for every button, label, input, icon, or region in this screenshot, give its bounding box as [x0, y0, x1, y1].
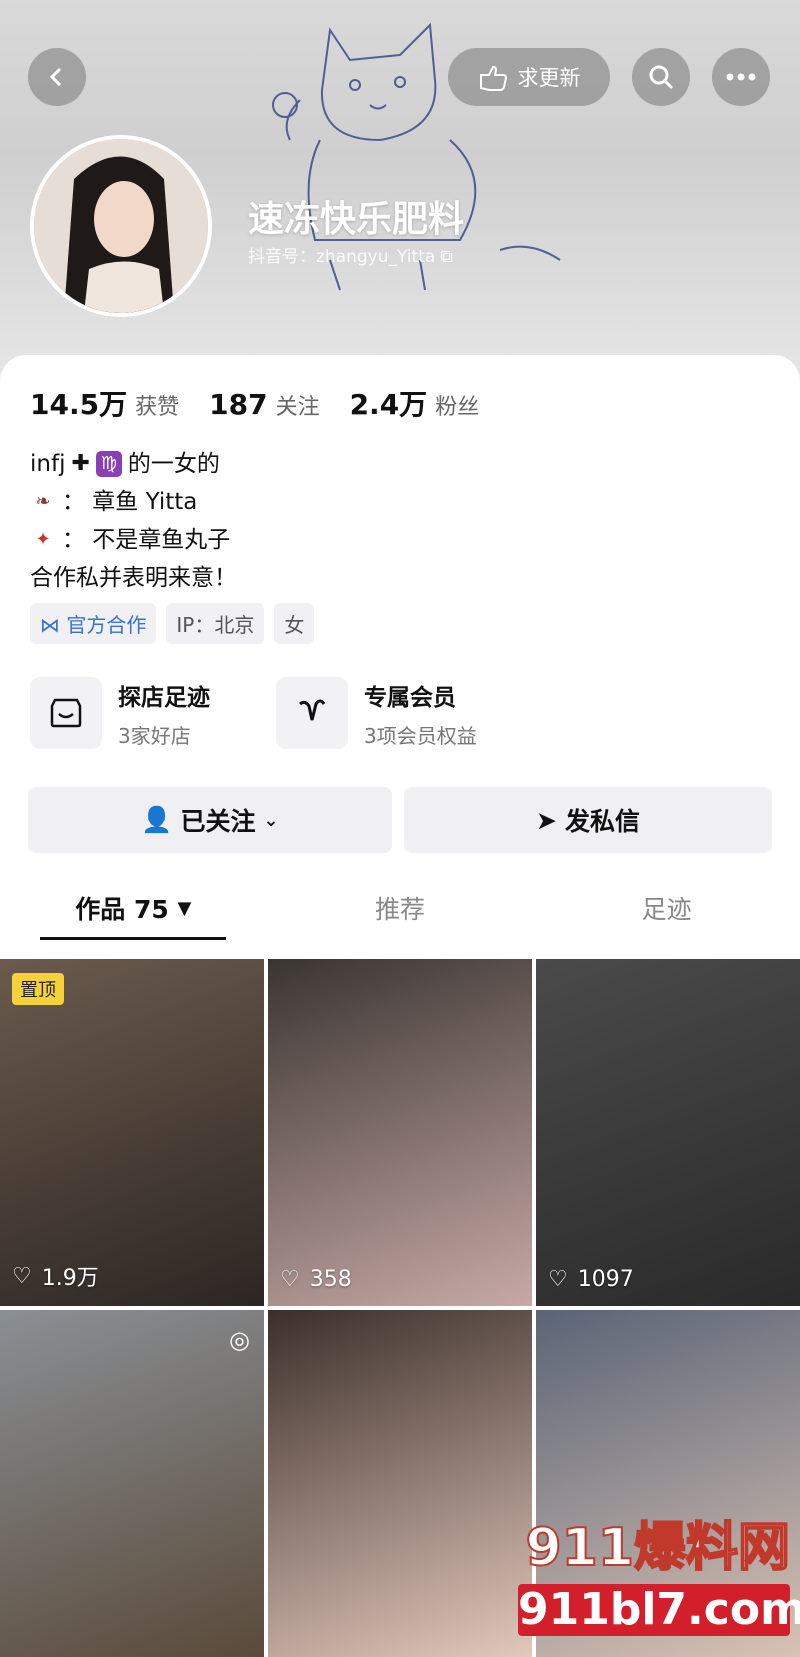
hand-point-icon: [479, 65, 507, 91]
search-icon: [649, 65, 674, 90]
profile-name: 速冻快乐肥料: [248, 199, 465, 240]
stat-following[interactable]: 187 关注: [209, 388, 319, 421]
more-button[interactable]: [712, 48, 770, 106]
site-watermark: 911爆料网 911bl7.com: [518, 1517, 800, 1636]
heart-icon: ♡: [548, 1267, 568, 1292]
like-count: ♡ 1.9万: [12, 1263, 99, 1292]
send-icon: ➤: [536, 805, 557, 835]
profile-bio: infj ✚ ♍ 的一女的 ❧： 章鱼 Yitta ✦： 不是章鱼丸子 合作私并表明来…: [30, 445, 237, 597]
live-photo-icon: ◎: [229, 1326, 250, 1354]
profile-header: 求更新 速冻快乐肥料 抖音号：zhangyu_Yitta ⧉: [0, 0, 800, 380]
active-tab-indicator: [40, 937, 226, 940]
avatar[interactable]: [30, 135, 212, 317]
virgo-emoji-icon: ♍: [95, 451, 122, 477]
request-update-button[interactable]: 求更新: [448, 48, 610, 106]
heart-v-icon: [276, 677, 348, 749]
heart-icon: ♡: [12, 1263, 32, 1289]
video-tile[interactable]: 置顶 ♡ 1.9万: [0, 959, 264, 1306]
like-count: ♡ 358: [280, 1267, 352, 1292]
heart-icon: ♡: [280, 1267, 300, 1292]
more-icon: [726, 73, 756, 81]
cooperation-icon: ⋈: [40, 613, 60, 637]
profile-uid[interactable]: 抖音号：zhangyu_Yitta ⧉: [248, 242, 453, 267]
tag-ip-location: IP：北京: [166, 603, 265, 644]
sweet-potato-emoji-icon: ❧: [35, 491, 51, 512]
request-update-label: 求更新: [517, 66, 581, 90]
chevron-left-icon: [49, 67, 62, 87]
profile-card: 14.5万 获赞 187 关注 2.4万 粉丝 infj ✚ ♍ 的一女的 ❧： 章鱼 Yi…: [0, 355, 800, 1657]
stat-likes: 14.5万 获赞: [30, 388, 180, 421]
caret-down-icon: ▼: [177, 897, 192, 919]
membership-entry[interactable]: 专属会员 3项会员权益: [276, 677, 477, 749]
user-check-icon: 👤: [141, 805, 173, 834]
back-button[interactable]: [28, 48, 86, 106]
tab-works[interactable]: 作品 75 ▼: [0, 875, 267, 941]
tag-official-cooperation[interactable]: ⋈ 官方合作: [30, 603, 157, 644]
search-button[interactable]: [632, 48, 690, 106]
stat-followers[interactable]: 2.4万 粉丝: [350, 383, 480, 423]
profile-tags: ⋈ 官方合作 IP：北京 女: [30, 603, 315, 644]
tab-recommend[interactable]: 推荐: [267, 875, 534, 941]
pinned-badge: 置顶: [12, 973, 64, 1005]
profile-stats: 14.5万 获赞 187 关注 2.4万 粉丝: [30, 383, 479, 423]
copy-icon[interactable]: ⧉: [441, 247, 453, 267]
followed-button[interactable]: 👤 已关注 ⌄: [28, 787, 392, 853]
plus-emoji-icon: ✚: [71, 451, 90, 476]
video-tile[interactable]: [268, 1310, 532, 1657]
scarf-emoji-icon: ✦: [35, 529, 51, 550]
profile-tabs: 作品 75 ▼ 推荐 足迹: [0, 875, 800, 941]
like-count: ♡ 1097: [548, 1267, 634, 1292]
chevron-down-icon: ⌄: [263, 809, 279, 831]
store-visits-entry[interactable]: 探店足迹 3家好店: [30, 677, 210, 749]
video-tile[interactable]: ♡ 358: [268, 959, 532, 1306]
video-tile[interactable]: ◎: [0, 1310, 264, 1657]
tag-gender: 女: [274, 603, 315, 644]
video-tile[interactable]: ♡ 1097: [536, 959, 800, 1306]
message-button[interactable]: ➤ 发私信: [404, 787, 772, 853]
tab-footprint[interactable]: 足迹: [533, 875, 800, 941]
store-icon: [30, 677, 102, 749]
